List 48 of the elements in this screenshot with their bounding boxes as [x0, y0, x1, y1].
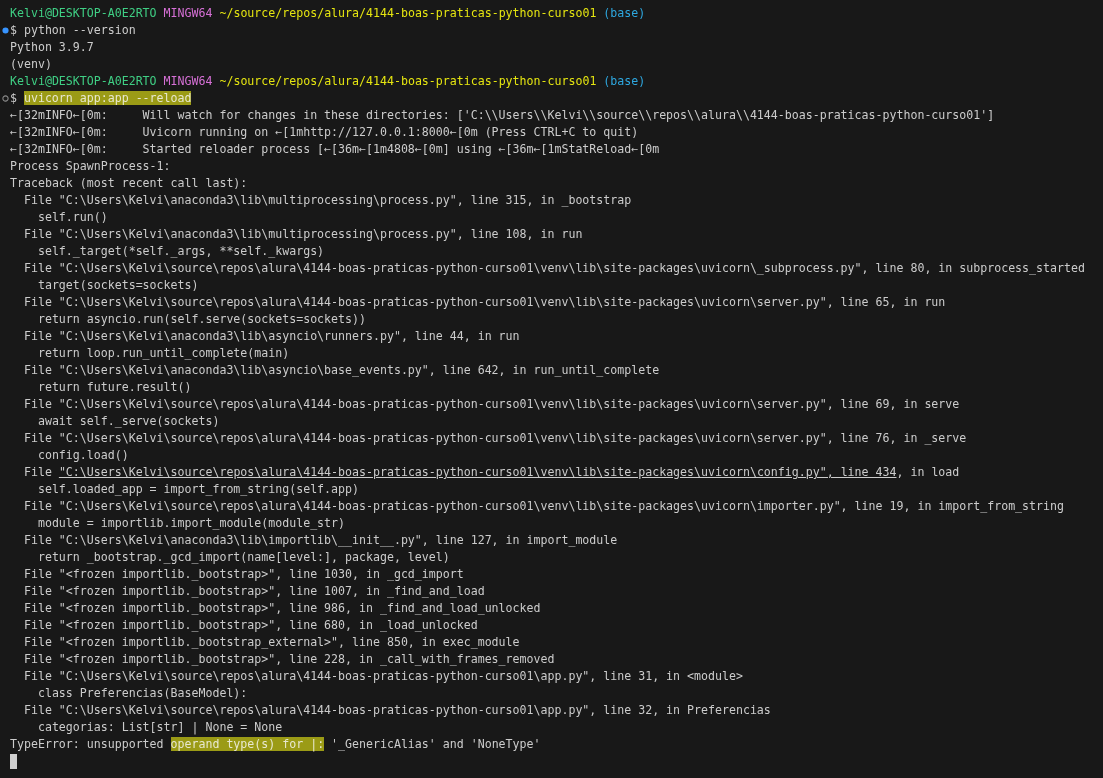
- output-line: return asyncio.run(self.serve(sockets=sockets)): [36, 312, 366, 326]
- output-line: File "C:\Users\Kelvi\anaconda3\lib\asyncio\base_events.py", line 642, in run_until_complete: [22, 363, 660, 377]
- output-line: File "<frozen importlib._bootstrap_external>", line 850, in exec_module: [22, 635, 520, 649]
- command-line: $ uvicorn app:app --reload: [10, 91, 192, 105]
- output-line: return future.result(): [36, 380, 192, 394]
- output-line: File "C:\Users\Kelvi\source\repos\alura\4144-boas-praticas-python-curso01\venv\lib\site-packages\uvicorn\server.py", line 69, in serve: [22, 397, 960, 411]
- output-line: self._target(*self._args, **self._kwargs): [36, 244, 325, 258]
- output-line: Python 3.9.7: [10, 40, 94, 54]
- output-line: ←[32mINFO←[0m: Started reloader process [←[36m←[1m4808←[0m] using ←[36m←[1mStatReload←[0m: [10, 142, 660, 156]
- output-line: File "C:\Users\Kelvi\anaconda3\lib\multiprocessing\process.py", line 315, in _bootstrap: [22, 193, 632, 207]
- prompt-line: Kelvi@DESKTOP-A0E2RTO MINGW64 ~/source/repos/alura/4144-boas-praticas-python-curso01 (base): [10, 74, 646, 88]
- output-line: File "C:\Users\Kelvi\anaconda3\lib\asyncio\runners.py", line 44, in run: [22, 329, 520, 343]
- output-line: TypeError: unsupported operand type(s) for |: '_GenericAlias' and 'NoneType': [10, 737, 541, 751]
- circle-icon[interactable]: [2, 95, 9, 102]
- output-line: File "<frozen importlib._bootstrap>", line 1030, in _gcd_import: [22, 567, 464, 581]
- output-line: ←[32mINFO←[0m: Will watch for changes in these directories: ['C:\\Users\\Kelvi\\source\\repos\\alura\\4144-boas-praticas-python-curso01']: [10, 108, 995, 122]
- output-line: ←[32mINFO←[0m: Uvicorn running on ←[1mhttp://127.0.0.1:8000←[0m (Press CTRL+C to quit): [10, 125, 639, 139]
- dot-icon[interactable]: [2, 27, 9, 34]
- output-line: File "<frozen importlib._bootstrap>", line 680, in _load_unlocked: [22, 618, 478, 632]
- output-line: return loop.run_until_complete(main): [36, 346, 290, 360]
- output-line: class Preferencias(BaseModel):: [36, 686, 248, 700]
- output-line: File "C:\Users\Kelvi\source\repos\alura\4144-boas-praticas-python-curso01\venv\lib\site-packages\uvicorn\server.py", line 76, in _serve: [22, 431, 967, 445]
- output-line: File "C:\Users\Kelvi\anaconda3\lib\importlib\__init__.py", line 127, in import_module: [22, 533, 618, 547]
- output-line: await self._serve(sockets): [36, 414, 220, 428]
- output-line: categorias: List[str] | None = None: [36, 720, 283, 734]
- output-line: File "C:\Users\Kelvi\source\repos\alura\4144-boas-praticas-python-curso01\venv\lib\site-packages\uvicorn\server.py", line 65, in run: [22, 295, 946, 309]
- output-line: Process SpawnProcess-1:: [10, 159, 171, 173]
- output-line: config.load(): [36, 448, 129, 462]
- output-line: self.loaded_app = import_from_string(self.app): [36, 482, 359, 496]
- output-line: File "C:\Users\Kelvi\anaconda3\lib\multiprocessing\process.py", line 108, in run: [22, 227, 583, 241]
- text-cursor: [10, 754, 17, 769]
- output-line: File "C:\Users\Kelvi\source\repos\alura\4144-boas-praticas-python-curso01\venv\lib\site-packages\uvicorn\config.py", line 434, in load: [22, 465, 960, 479]
- output-line: (venv): [10, 57, 52, 71]
- output-line: File "C:\Users\Kelvi\source\repos\alura\4144-boas-praticas-python-curso01\app.py", line 32, in Preferencias: [22, 703, 771, 717]
- prompt-line: Kelvi@DESKTOP-A0E2RTO MINGW64 ~/source/repos/alura/4144-boas-praticas-python-curso01 (base): [10, 6, 646, 20]
- output-line: File "<frozen importlib._bootstrap>", line 986, in _find_and_load_unlocked: [22, 601, 541, 615]
- output-line: File "C:\Users\Kelvi\source\repos\alura\4144-boas-praticas-python-curso01\app.py", line 31, in <module>: [22, 669, 743, 683]
- output-line: File "C:\Users\Kelvi\source\repos\alura\4144-boas-praticas-python-curso01\venv\lib\site-packages\uvicorn\_subprocess.py", line 80, in subprocess_started: [22, 261, 1085, 275]
- output-line: Traceback (most recent call last):: [10, 176, 248, 190]
- output-line: self.run(): [36, 210, 108, 224]
- output-line: File "<frozen importlib._bootstrap>", line 228, in _call_with_frames_removed: [22, 652, 555, 666]
- output-line: File "<frozen importlib._bootstrap>", line 1007, in _find_and_load: [22, 584, 485, 598]
- output-line: return _bootstrap._gcd_import(name[level:], package, level): [36, 550, 450, 564]
- file-link[interactable]: "C:\Users\Kelvi\source\repos\alura\4144-boas-praticas-python-curso01\venv\lib\site-packages\uvicorn\config.py", line 434: [58, 465, 897, 479]
- command-line: $ python --version: [10, 23, 136, 37]
- output-line: File "C:\Users\Kelvi\source\repos\alura\4144-boas-praticas-python-curso01\venv\lib\site-packages\uvicorn\importer.py", line 19, in import_from_string: [22, 499, 1064, 513]
- output-line: module = importlib.import_module(module_str): [36, 516, 346, 530]
- output-line: target(sockets=sockets): [36, 278, 199, 292]
